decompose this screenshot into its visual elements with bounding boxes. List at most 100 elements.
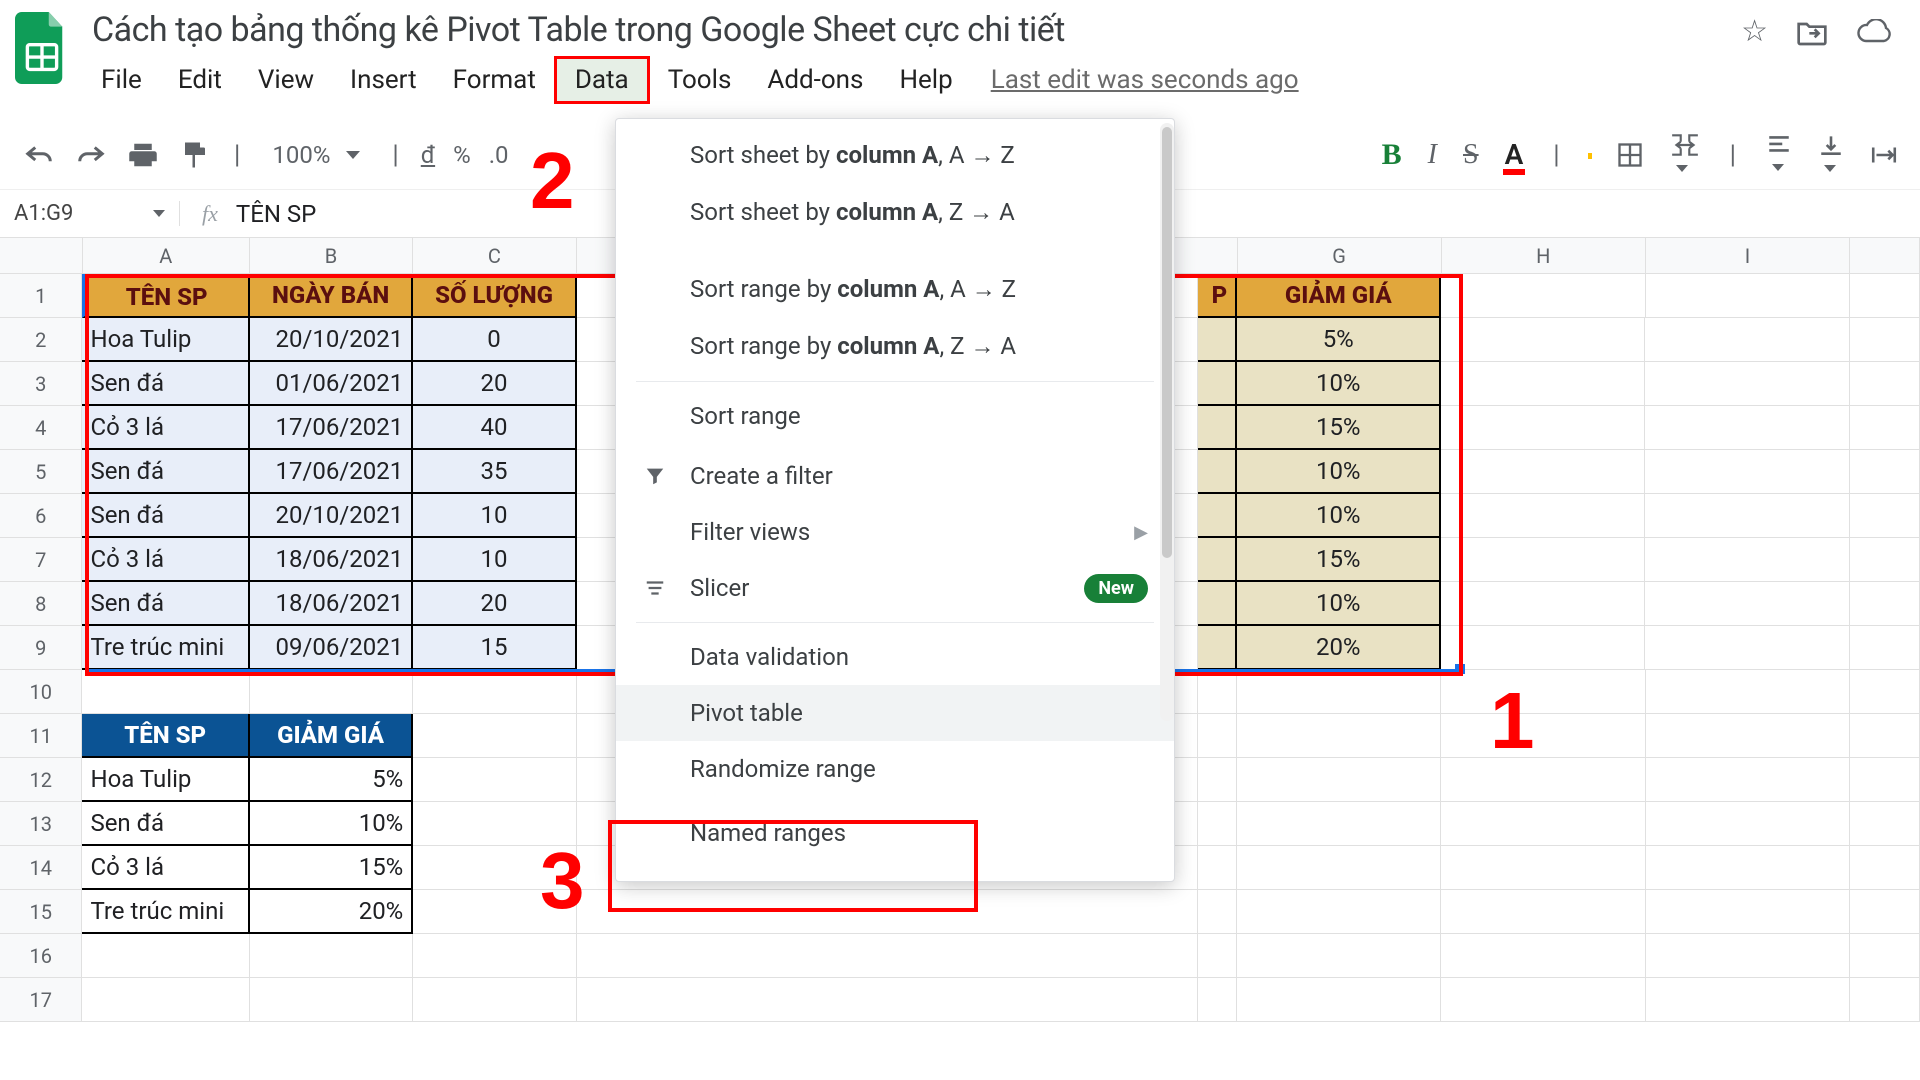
cell[interactable]	[1237, 802, 1441, 846]
cell[interactable]	[250, 670, 413, 714]
cell[interactable]	[413, 978, 576, 1022]
cell[interactable]	[1441, 846, 1645, 890]
cell[interactable]	[1441, 626, 1645, 670]
cell[interactable]	[1198, 714, 1237, 758]
cell[interactable]	[577, 978, 1198, 1022]
row-header[interactable]: 12	[0, 758, 82, 802]
cell[interactable]	[1198, 890, 1237, 934]
cell[interactable]	[1441, 758, 1645, 802]
row-header[interactable]: 9	[0, 626, 82, 670]
cell[interactable]	[413, 758, 576, 802]
cell[interactable]	[1198, 934, 1237, 978]
row-header[interactable]: 2	[0, 318, 82, 362]
cell[interactable]	[1646, 890, 1850, 934]
cell[interactable]: 10	[413, 494, 576, 538]
menu-addons[interactable]: Add-ons	[749, 59, 881, 101]
menu-help[interactable]: Help	[881, 59, 970, 101]
cell[interactable]	[1850, 318, 1920, 362]
row-header[interactable]: 11	[0, 714, 82, 758]
cell[interactable]	[1198, 406, 1237, 450]
cell[interactable]	[413, 714, 576, 758]
mi-create-filter[interactable]: Create a filter	[616, 448, 1174, 504]
cell[interactable]: 20/10/2021	[250, 318, 413, 362]
cell[interactable]	[1237, 890, 1441, 934]
currency-button[interactable]: đ	[421, 141, 435, 169]
cell[interactable]: Cỏ 3 lá	[82, 846, 249, 890]
move-to-folder-icon[interactable]	[1796, 18, 1828, 46]
menu-scrollbar[interactable]	[1160, 123, 1174, 721]
print-icon[interactable]	[126, 138, 160, 172]
cell[interactable]	[1237, 846, 1441, 890]
cell[interactable]: 10%	[1237, 450, 1441, 494]
cell[interactable]	[1645, 494, 1849, 538]
cell[interactable]: 17/06/2021	[250, 450, 413, 494]
cell[interactable]	[1645, 582, 1849, 626]
cell[interactable]: TÊN SP	[82, 274, 249, 318]
mi-sort-range[interactable]: Sort range	[616, 388, 1174, 444]
cell[interactable]	[1646, 846, 1850, 890]
cell[interactable]	[1646, 670, 1850, 714]
mi-slicer[interactable]: SlicerNew	[616, 560, 1174, 616]
cell[interactable]: 20%	[250, 890, 413, 934]
cell[interactable]: SỐ LƯỢNG	[413, 274, 576, 318]
percent-button[interactable]: %	[453, 141, 471, 169]
strikethrough-button[interactable]: S	[1463, 139, 1479, 171]
cell[interactable]	[1441, 934, 1645, 978]
cell[interactable]	[1441, 450, 1645, 494]
cell[interactable]	[1198, 450, 1237, 494]
merge-cells-button[interactable]	[1670, 133, 1700, 176]
cell[interactable]: NGÀY BÁN	[250, 274, 413, 318]
cell[interactable]	[1441, 582, 1645, 626]
cell[interactable]	[1850, 274, 1920, 318]
cell[interactable]	[1645, 362, 1849, 406]
cell[interactable]: TÊN SP	[82, 714, 249, 758]
text-wrap-button[interactable]	[1870, 144, 1898, 166]
cell[interactable]	[1850, 450, 1920, 494]
cell[interactable]: 20/10/2021	[250, 494, 413, 538]
mi-sort-sheet-az[interactable]: Sort sheet by column A, A → Z	[616, 127, 1174, 184]
row-header[interactable]: 6	[0, 494, 82, 538]
cell[interactable]: 10	[413, 538, 576, 582]
cell[interactable]	[82, 978, 249, 1022]
cell[interactable]: 10%	[1237, 362, 1441, 406]
cell[interactable]	[1198, 758, 1237, 802]
cell[interactable]	[1237, 670, 1441, 714]
cell[interactable]: 15%	[1237, 406, 1441, 450]
menu-edit[interactable]: Edit	[160, 59, 240, 101]
cell[interactable]: GIẢM GIÁ	[1237, 274, 1441, 318]
cell[interactable]	[1237, 934, 1441, 978]
row-header[interactable]: 10	[0, 670, 82, 714]
decrease-decimal-button[interactable]: .0	[489, 141, 509, 169]
cell[interactable]	[413, 670, 576, 714]
sheets-logo[interactable]	[15, 8, 75, 84]
mi-named-ranges[interactable]: Named ranges	[616, 805, 1174, 861]
cell[interactable]: 20	[413, 362, 576, 406]
cell[interactable]	[1237, 758, 1441, 802]
cell[interactable]	[1198, 494, 1237, 538]
cell[interactable]	[577, 890, 1198, 934]
vertical-align-button[interactable]	[1818, 133, 1844, 176]
mi-sort-range-za[interactable]: Sort range by column A, Z → A	[616, 318, 1174, 375]
cell[interactable]	[1850, 714, 1920, 758]
cell[interactable]	[1441, 538, 1645, 582]
cell[interactable]	[1645, 406, 1849, 450]
star-icon[interactable]: ☆	[1741, 14, 1768, 49]
cell[interactable]	[1441, 274, 1645, 318]
mi-sort-sheet-za[interactable]: Sort sheet by column A, Z → A	[616, 184, 1174, 241]
cell[interactable]	[1441, 406, 1645, 450]
row-header[interactable]: 1	[0, 274, 82, 318]
paint-format-icon[interactable]	[178, 138, 212, 172]
menu-insert[interactable]: Insert	[332, 59, 435, 101]
cell[interactable]: 20%	[1237, 626, 1441, 670]
col-header-I[interactable]: I	[1646, 238, 1850, 274]
mi-data-validation[interactable]: Data validation	[616, 629, 1174, 685]
cell[interactable]: 5%	[1237, 318, 1441, 362]
cell[interactable]: 20	[413, 582, 576, 626]
cell[interactable]	[1850, 626, 1920, 670]
cell[interactable]	[1237, 714, 1441, 758]
cell[interactable]: 18/06/2021	[250, 582, 413, 626]
cell[interactable]	[1850, 494, 1920, 538]
cell[interactable]: Tre trúc mini	[82, 626, 249, 670]
cell[interactable]	[1441, 670, 1645, 714]
cell[interactable]	[1850, 362, 1920, 406]
